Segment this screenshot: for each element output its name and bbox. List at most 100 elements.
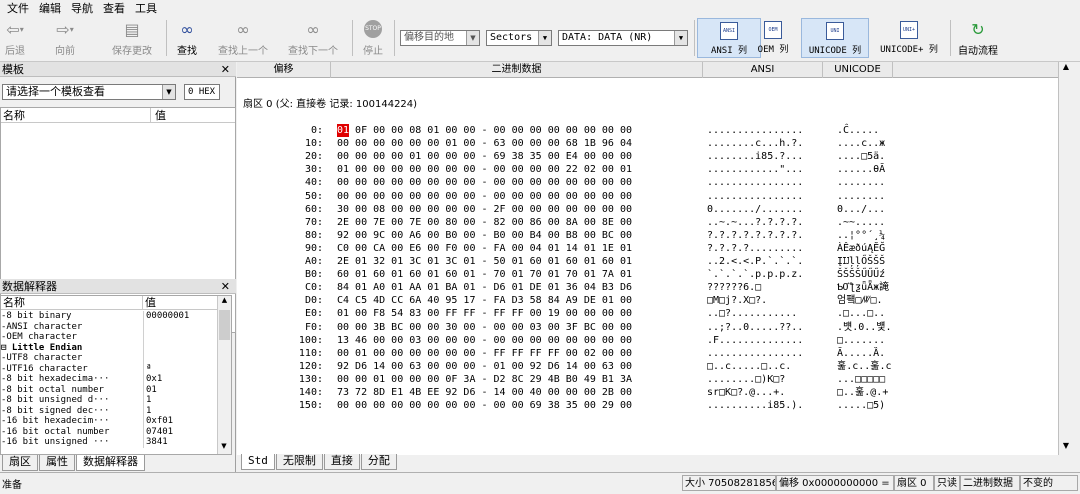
scroll-up-icon[interactable]: ▲: [1059, 62, 1073, 76]
row-offset: 120:: [298, 360, 323, 372]
row-hex-bytes[interactable]: 00 00 00 00 00 00 00 00 - 00 00 00 00 00…: [337, 176, 632, 189]
tab-direct[interactable]: 直接: [323, 454, 360, 470]
interpreter-row[interactable]: -8 bit octal number 01: [1, 384, 217, 395]
hex-value-field[interactable]: 0 HEX: [184, 84, 220, 100]
forward-button[interactable]: ⇨ ▾ 向前: [54, 18, 76, 58]
interpreter-scrollbar[interactable]: ▲ ▼: [217, 296, 231, 454]
hex-header: 偏移 二进制数据 ANSI UNICODE: [237, 62, 1067, 78]
row-hex-bytes[interactable]: 13 46 00 00 03 00 00 00 - 00 00 00 00 00…: [337, 334, 632, 347]
row-hex-bytes[interactable]: 00 00 00 00 01 00 00 00 - 69 38 35 00 E4…: [337, 150, 632, 163]
row-hex-bytes[interactable]: 00 00 3B BC 00 00 30 00 - 00 00 03 00 3F…: [337, 321, 632, 334]
row-ansi-text: ??????6.□: [707, 282, 762, 294]
row-unicode-text: ...□□□□□: [837, 373, 886, 385]
interpreter-row[interactable]: -8 bit unsigned d··· 1: [1, 395, 217, 406]
interpreter-row[interactable]: -UTF16 character ª: [1, 363, 217, 374]
interpreter-row-name: -UTF16 character: [1, 363, 88, 374]
row-hex-bytes[interactable]: C4 C5 4D CC 6A 40 95 17 - FA D3 58 84 A9…: [337, 294, 632, 307]
menu-edit[interactable]: 编辑: [34, 0, 66, 16]
scroll-thumb[interactable]: [219, 310, 230, 340]
scroll-down-icon[interactable]: ▼: [1059, 441, 1073, 455]
header-ansi[interactable]: ANSI: [703, 62, 823, 78]
back-button[interactable]: ⇦ ▾ 后退: [4, 18, 26, 58]
interpreter-row[interactable]: -UTF8 character: [1, 353, 217, 364]
menu-tools[interactable]: 工具: [130, 0, 162, 16]
interpreter-row[interactable]: -8 bit signed dec··· 1: [1, 405, 217, 416]
row-offset: E0:: [304, 308, 323, 320]
template-select[interactable]: 请选择一个模板查看 ▼: [2, 84, 176, 100]
row-hex-bytes[interactable]: 92 00 9C 00 A6 00 B0 00 - B0 00 B4 00 B8…: [337, 229, 632, 242]
row-hex-bytes[interactable]: 60 01 60 01 60 01 60 01 - 70 01 70 01 70…: [337, 268, 632, 281]
interpreter-row[interactable]: ⊟ Little Endian: [1, 342, 217, 353]
tab-unlimited[interactable]: 无限制: [275, 454, 323, 470]
row-hex-bytes[interactable]: 84 01 A0 01 AA 01 BA 01 - D6 01 DE 01 36…: [337, 281, 632, 294]
interpreter-row[interactable]: -8 bit hexadecima··· 0x1: [1, 374, 217, 385]
row-hex-bytes[interactable]: 00 00 01 00 00 00 0F 3A - D2 8C 29 4B B0…: [337, 373, 632, 386]
find-button[interactable]: ∞ 查找: [176, 18, 198, 58]
row-hex-bytes[interactable]: 92 D6 14 00 63 00 00 00 - 01 00 92 D6 14…: [337, 360, 632, 373]
oem-column-toggle[interactable]: OEM OEM 列: [745, 18, 801, 58]
row-hex-bytes[interactable]: 30 00 08 00 00 00 00 00 - 2F 00 00 00 00…: [337, 203, 632, 216]
row-hex-bytes[interactable]: 01 00 F8 54 83 00 FF FF - FF FF 00 19 00…: [337, 307, 632, 320]
view-mode-tabs: Std 无限制 直接 分配: [241, 454, 398, 470]
hex-scrollbar[interactable]: ▲ ▼: [1058, 62, 1073, 455]
interpreter-row-value: 3841: [143, 437, 168, 448]
scroll-down-icon[interactable]: ▼: [218, 442, 230, 454]
find-prev-button[interactable]: ∞ 查找上一个: [218, 18, 268, 58]
row-hex-bytes[interactable]: 0F 00 00 08 01 00 00 - 00 00 00 00 00 00…: [337, 124, 632, 137]
row-ansi-text: ..~.~...?.?.?.?.: [707, 216, 804, 228]
row-hex-bytes[interactable]: 73 72 8D E1 4B EE 92 D6 - 14 00 40 00 00…: [337, 386, 632, 399]
row-hex-bytes[interactable]: 2E 01 32 01 3C 01 3C 01 - 50 01 60 01 60…: [337, 255, 632, 268]
unicode-plus-column-icon: UNI+: [900, 21, 918, 39]
scroll-up-icon[interactable]: ▲: [218, 296, 231, 308]
interpreter-row[interactable]: -16 bit hexadecim··· 0xf01: [1, 416, 217, 427]
selected-byte[interactable]: 01: [337, 124, 350, 137]
stop-button[interactable]: STOP 停止: [362, 18, 384, 57]
unicode-column-toggle[interactable]: UNI UNICODE 列: [801, 18, 869, 58]
column-header-name[interactable]: 名称: [1, 108, 151, 122]
tab-properties[interactable]: 属性: [39, 455, 75, 471]
menu-navigate[interactable]: 导航: [66, 0, 98, 16]
hex-view[interactable]: 偏移 二进制数据 ANSI UNICODE 扇区 0 (父: 直接卷 记录: 1…: [237, 62, 1067, 470]
binoculars-icon: ∞: [180, 19, 194, 39]
tab-std[interactable]: Std: [241, 454, 275, 470]
data-source-select[interactable]: DATA: DATA (NR) ▼: [558, 30, 688, 46]
save-changes-button[interactable]: ▤ 保存更改: [112, 18, 152, 58]
row-hex-bytes[interactable]: 00 00 00 00 00 00 00 00 - 00 00 00 00 00…: [337, 190, 632, 203]
status-sector: 扇区 0: [894, 475, 934, 491]
interpreter-row-name: ⊟ Little Endian: [1, 342, 83, 353]
header-unicode[interactable]: UNICODE: [823, 62, 893, 78]
row-unicode-text: ........: [837, 177, 886, 189]
header-offset[interactable]: 偏移: [237, 62, 331, 78]
row-hex-bytes[interactable]: 00 00 00 00 00 00 01 00 - 63 00 00 00 68…: [337, 137, 632, 150]
interpreter-row-value: [143, 321, 146, 332]
unit-select[interactable]: Sectors ▼: [486, 30, 552, 46]
interpreter-row[interactable]: -ANSI character: [1, 321, 217, 332]
column-header-name[interactable]: 名称: [1, 296, 143, 309]
column-header-value[interactable]: 值: [151, 108, 166, 122]
header-binary[interactable]: 二进制数据: [331, 62, 703, 78]
close-icon[interactable]: ✕: [221, 62, 230, 77]
offset-target-select[interactable]: 偏移目的地 ▼: [400, 30, 480, 46]
unicode-plus-column-toggle[interactable]: UNI+ UNICODE+ 列: [873, 18, 945, 58]
menu-view[interactable]: 查看: [98, 0, 130, 16]
row-ansi-text: ................: [707, 347, 804, 359]
column-header-value[interactable]: 值: [143, 296, 156, 309]
row-hex-bytes[interactable]: 00 00 00 00 00 00 00 00 - 00 00 69 38 35…: [337, 399, 632, 412]
menu-file[interactable]: 文件: [2, 0, 34, 16]
interpreter-row[interactable]: -OEM character: [1, 332, 217, 343]
row-hex-bytes[interactable]: 00 01 00 00 00 00 00 00 - FF FF FF FF 00…: [337, 347, 632, 360]
close-icon[interactable]: ✕: [221, 279, 230, 294]
auto-flow-button[interactable]: ↻ 自动流程: [958, 18, 998, 58]
find-next-button[interactable]: ∞ 查找下一个: [288, 18, 338, 58]
interpreter-row[interactable]: -8 bit binary 00000001: [1, 311, 217, 322]
tab-sector[interactable]: 扇区: [2, 455, 38, 471]
interpreter-row[interactable]: -16 bit octal number 07401: [1, 426, 217, 437]
row-unicode-text: ƄƠƪƺǖǞж䛳: [837, 282, 890, 294]
row-hex-bytes[interactable]: 2E 00 7E 00 7E 00 80 00 - 82 00 86 00 8A…: [337, 216, 632, 229]
tab-data-interpreter[interactable]: 数据解释器: [76, 455, 145, 471]
row-unicode-text: .~~.....: [837, 216, 886, 228]
interpreter-row[interactable]: -16 bit unsigned ··· 3841: [1, 437, 217, 448]
tab-allocation[interactable]: 分配: [360, 454, 397, 470]
row-hex-bytes[interactable]: 01 00 00 00 00 00 00 00 - 00 00 00 00 22…: [337, 163, 632, 176]
row-hex-bytes[interactable]: C0 00 CA 00 E6 00 F0 00 - FA 00 04 01 14…: [337, 242, 632, 255]
